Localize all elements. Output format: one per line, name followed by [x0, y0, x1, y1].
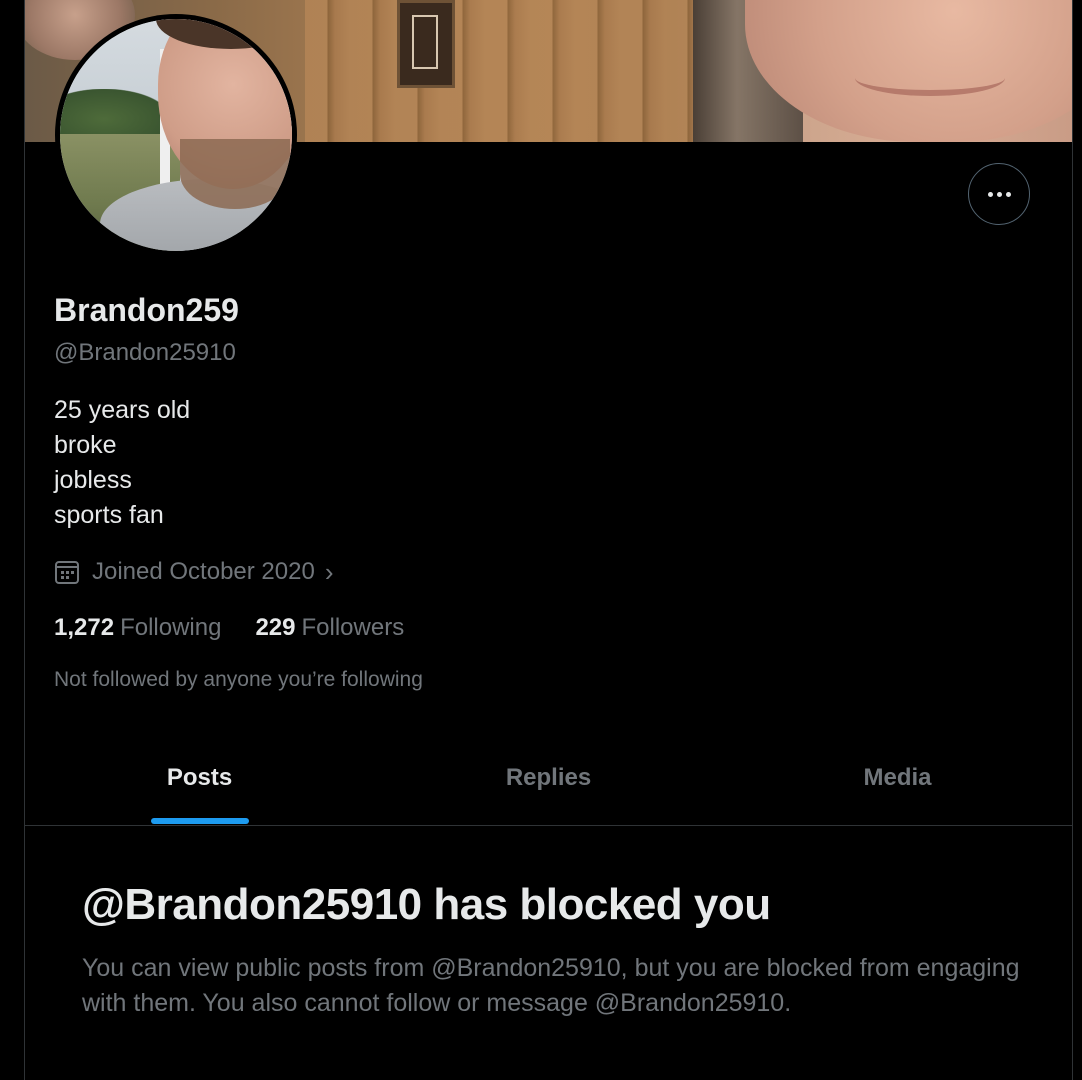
joined-date: Joined October 2020 — [92, 558, 315, 585]
blocked-title: @Brandon25910 has blocked you — [82, 880, 771, 929]
bio: 25 years old broke jobless sports fan — [54, 393, 190, 533]
more-options-button[interactable] — [968, 163, 1030, 225]
tab-label: Media — [863, 764, 932, 791]
tab-label: Posts — [166, 764, 233, 791]
followers-count: 229 — [255, 614, 296, 641]
user-handle: @Brandon25910 — [54, 339, 236, 366]
tab-media[interactable]: Media — [723, 733, 1072, 825]
calendar-icon — [55, 561, 79, 584]
chevron-right-icon: › — [324, 556, 334, 587]
joined-date-link[interactable]: Joined October 2020 › — [54, 556, 334, 588]
profile-column: Brandon259 @Brandon25910 25 years old br… — [24, 0, 1073, 1080]
bio-line: broke — [54, 431, 117, 459]
bio-line: jobless — [54, 466, 132, 494]
active-tab-indicator — [150, 818, 249, 824]
profile-page: Brandon259 @Brandon25910 25 years old br… — [0, 0, 1082, 1080]
tab-replies[interactable]: Replies — [374, 733, 723, 825]
avatar[interactable] — [55, 14, 297, 256]
blocked-description: You can view public posts from @Brandon2… — [82, 954, 1020, 1017]
followers-link[interactable]: 229 Followers — [255, 614, 404, 642]
followers-label: Followers — [301, 614, 405, 641]
tab-label: Replies — [505, 764, 592, 791]
bio-line: sports fan — [54, 501, 164, 529]
not-followed-notice: Not followed by anyone you’re following — [54, 668, 423, 691]
tab-posts[interactable]: Posts — [25, 733, 374, 825]
more-horizontal-icon — [987, 191, 1011, 197]
follow-stats: 1,272 Following 229 Followers — [54, 614, 404, 642]
following-label: Following — [120, 614, 222, 641]
following-link[interactable]: 1,272 Following — [54, 614, 221, 642]
display-name: Brandon259 — [54, 292, 239, 328]
following-count: 1,272 — [54, 614, 115, 641]
bio-line: 25 years old — [54, 396, 191, 424]
profile-tabs: Posts Replies Media — [25, 733, 1072, 826]
